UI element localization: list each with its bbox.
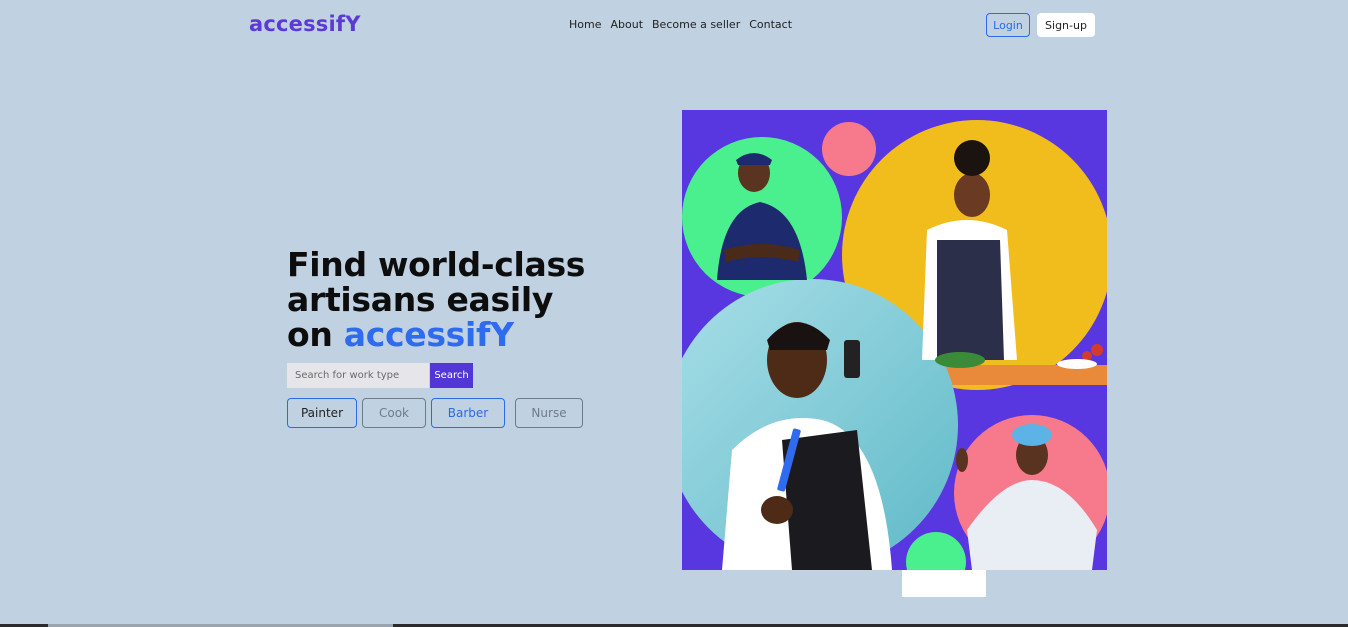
chip-barber[interactable]: Barber xyxy=(431,398,505,428)
white-block xyxy=(902,570,986,597)
headline-prefix: on xyxy=(287,315,344,354)
nav-link-contact[interactable]: Contact xyxy=(749,18,792,31)
headline-line-2: artisans easily xyxy=(287,280,554,319)
main-nav: Home About Become a seller Contact xyxy=(569,18,792,31)
chip-painter[interactable]: Painter xyxy=(287,398,357,428)
search-button[interactable]: Search xyxy=(430,363,473,388)
login-button[interactable]: Login xyxy=(986,13,1030,37)
nav-link-become-seller[interactable]: Become a seller xyxy=(652,18,740,31)
search-input[interactable] xyxy=(287,363,429,388)
signup-button[interactable]: Sign-up xyxy=(1037,13,1095,37)
headline-line-1: Find world-class xyxy=(287,245,586,284)
hero-headline: Find world-class artisans easily on acce… xyxy=(287,247,617,352)
headline-brand: accessifY xyxy=(343,315,514,354)
hero-illustration xyxy=(682,110,1107,570)
pink-dot xyxy=(822,122,876,176)
nav-link-home[interactable]: Home xyxy=(569,18,601,31)
chip-nurse[interactable]: Nurse xyxy=(515,398,583,428)
nav-link-about[interactable]: About xyxy=(610,18,643,31)
chip-cook[interactable]: Cook xyxy=(362,398,426,428)
logo[interactable]: accessifY xyxy=(249,12,361,36)
